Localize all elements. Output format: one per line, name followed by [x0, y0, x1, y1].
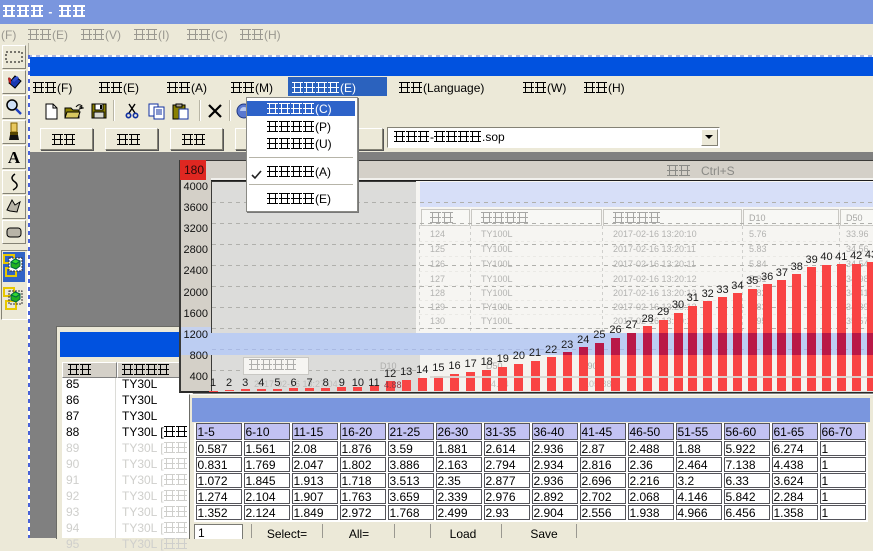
- svg-text:A: A: [8, 148, 21, 167]
